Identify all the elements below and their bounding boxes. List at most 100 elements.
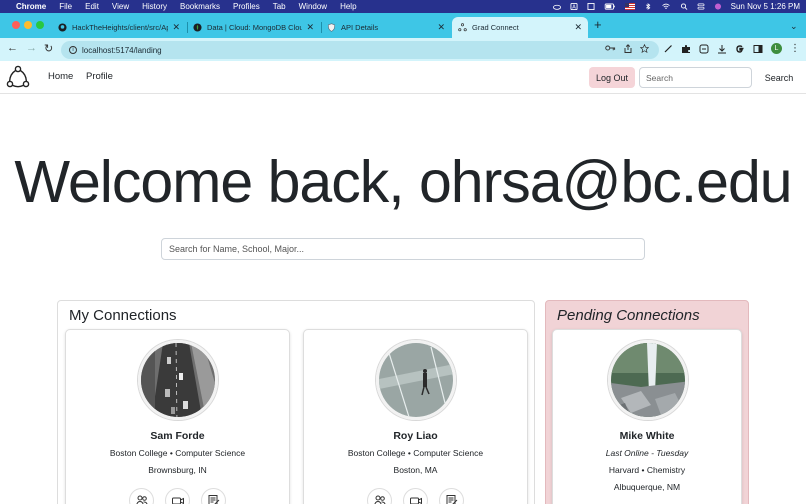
tab-close-icon[interactable]: ✕ — [172, 22, 180, 33]
connection-school-major: Boston College • Computer Science — [109, 448, 246, 458]
address-bar[interactable]: i localhost:5174/landing — [61, 41, 659, 59]
grad-connect-logo[interactable] — [6, 65, 30, 89]
logout-button[interactable]: Log Out — [589, 67, 635, 88]
pen-extension-icon[interactable] — [664, 44, 673, 53]
profile-photo — [608, 340, 688, 420]
share-icon[interactable] — [624, 44, 632, 53]
video-call-button[interactable] — [403, 488, 428, 504]
chrome-menu-kebab-icon[interactable]: ⋮ — [790, 43, 800, 54]
siri-icon[interactable] — [714, 3, 722, 10]
menu-help[interactable]: Help — [340, 2, 356, 11]
spotlight-search-icon[interactable] — [680, 3, 688, 10]
write-note-button[interactable] — [439, 488, 464, 504]
profile-photo — [376, 340, 456, 420]
people-search-input[interactable] — [161, 238, 645, 260]
bookmark-star-icon[interactable] — [640, 44, 649, 53]
tab-grad-connect[interactable]: Grad Connect ✕ — [452, 17, 588, 38]
connection-location: Brownsburg, IN — [148, 465, 207, 475]
extension-box-icon[interactable] — [699, 44, 709, 54]
tab-close-icon[interactable]: ✕ — [437, 22, 445, 33]
download-icon[interactable] — [717, 44, 727, 54]
my-connections-panel: My Connections Sam Forde Boston College … — [57, 300, 535, 504]
note-pencil-icon — [208, 494, 219, 504]
flag-icon[interactable] — [624, 3, 635, 10]
password-key-icon[interactable] — [605, 44, 616, 52]
menu-history[interactable]: History — [142, 2, 167, 11]
pending-location: Albuquerque, NM — [613, 482, 681, 492]
extension-icons: L ⋮ — [664, 43, 800, 54]
pending-name: Mike White — [619, 430, 675, 442]
google-icon[interactable] — [735, 44, 745, 54]
road-photo-image — [141, 343, 215, 417]
bluetooth-icon[interactable] — [644, 3, 652, 10]
grid-icon[interactable] — [587, 3, 595, 10]
last-online-status: Last Online - Tuesday — [605, 448, 689, 458]
battery-icon[interactable] — [604, 3, 616, 10]
nav-profile-link[interactable]: Profile — [86, 71, 113, 82]
pending-connection-card[interactable]: Mike White Last Online - Tuesday Harvard… — [552, 329, 742, 504]
new-tab-plus-icon[interactable]: + — [594, 17, 602, 32]
sidebar-panel-icon[interactable] — [753, 44, 763, 54]
meet-people-button[interactable] — [129, 488, 154, 504]
wifi-icon[interactable] — [661, 3, 671, 10]
control-center-icon[interactable] — [697, 3, 705, 10]
menu-file[interactable]: File — [59, 2, 72, 11]
people-icon — [373, 495, 386, 504]
menu-tab[interactable]: Tab — [273, 2, 286, 11]
tab-github[interactable]: HackTheHeights/client/src/Ap ✕ — [52, 17, 186, 38]
menubar-clock[interactable]: Sun Nov 5 1:26 PM — [731, 2, 800, 11]
connection-name: Sam Forde — [150, 430, 205, 442]
back-arrow-icon[interactable]: ← — [7, 42, 18, 54]
mongodb-icon — [193, 23, 202, 32]
tab-label: Data | Cloud: MongoDB Cloud — [207, 23, 303, 32]
pending-connections-panel: Pending Connections Mike White Last Onli… — [545, 300, 749, 504]
window-zoom-button[interactable] — [36, 21, 44, 29]
connection-actions — [304, 488, 527, 504]
tab-close-icon[interactable]: ✕ — [306, 22, 314, 33]
cloud-sync-icon[interactable] — [552, 3, 561, 10]
github-icon — [58, 23, 67, 32]
connection-card[interactable]: Roy Liao Boston College • Computer Scien… — [303, 329, 528, 504]
profile-avatar[interactable]: L — [771, 43, 782, 54]
site-info-icon[interactable]: i — [69, 46, 77, 54]
window-close-button[interactable] — [12, 21, 20, 29]
navbar-search-button[interactable]: Search — [757, 67, 801, 88]
tab-api-details[interactable]: API Details ✕ — [321, 17, 451, 38]
address-url[interactable]: localhost:5174/landing — [82, 46, 162, 55]
tab-label: API Details — [341, 23, 379, 32]
people-icon — [135, 495, 148, 504]
tab-mongodb[interactable]: Data | Cloud: MongoDB Cloud ✕ — [187, 17, 320, 38]
nav-home-link[interactable]: Home — [48, 71, 73, 82]
tab-close-icon[interactable]: ✕ — [574, 22, 582, 33]
connection-actions — [66, 488, 289, 504]
puzzle-extensions-icon[interactable] — [681, 44, 691, 54]
menu-profiles[interactable]: Profiles — [233, 2, 260, 11]
pending-connections-title: Pending Connections — [557, 307, 700, 324]
shield-icon — [327, 23, 336, 32]
connection-location: Boston, MA — [393, 465, 438, 475]
connection-school-major: Boston College • Computer Science — [347, 448, 484, 458]
tab-search-chevron-icon[interactable]: ⌄ — [790, 21, 798, 32]
street-photo-image — [379, 343, 453, 417]
write-note-button[interactable] — [201, 488, 226, 504]
menu-edit[interactable]: Edit — [85, 2, 99, 11]
window-minimize-button[interactable] — [24, 21, 32, 29]
profile-photo — [138, 340, 218, 420]
menu-window[interactable]: Window — [299, 2, 327, 11]
my-connections-title: My Connections — [69, 307, 177, 324]
reload-icon[interactable]: ↻ — [44, 42, 53, 55]
app-a-icon[interactable]: A — [570, 3, 578, 10]
meet-people-button[interactable] — [367, 488, 392, 504]
navbar-search-input[interactable] — [639, 67, 752, 88]
forward-arrow-icon[interactable]: → — [26, 42, 37, 54]
video-camera-icon — [409, 497, 422, 504]
menu-chrome[interactable]: Chrome — [16, 2, 46, 11]
menubar-status-area: A Sun Nov 5 1:26 PM — [552, 2, 800, 11]
menu-view[interactable]: View — [112, 2, 129, 11]
macos-menubar: Chrome File Edit View History Bookmarks … — [0, 0, 806, 13]
browser-tab-strip: HackTheHeights/client/src/Ap ✕ Data | Cl… — [0, 13, 806, 38]
connection-card[interactable]: Sam Forde Boston College • Computer Scie… — [65, 329, 290, 504]
browser-toolbar: ← → ↻ i localhost:5174/landing L ⋮ — [0, 38, 806, 61]
menu-bookmarks[interactable]: Bookmarks — [180, 2, 220, 11]
video-call-button[interactable] — [165, 488, 190, 504]
